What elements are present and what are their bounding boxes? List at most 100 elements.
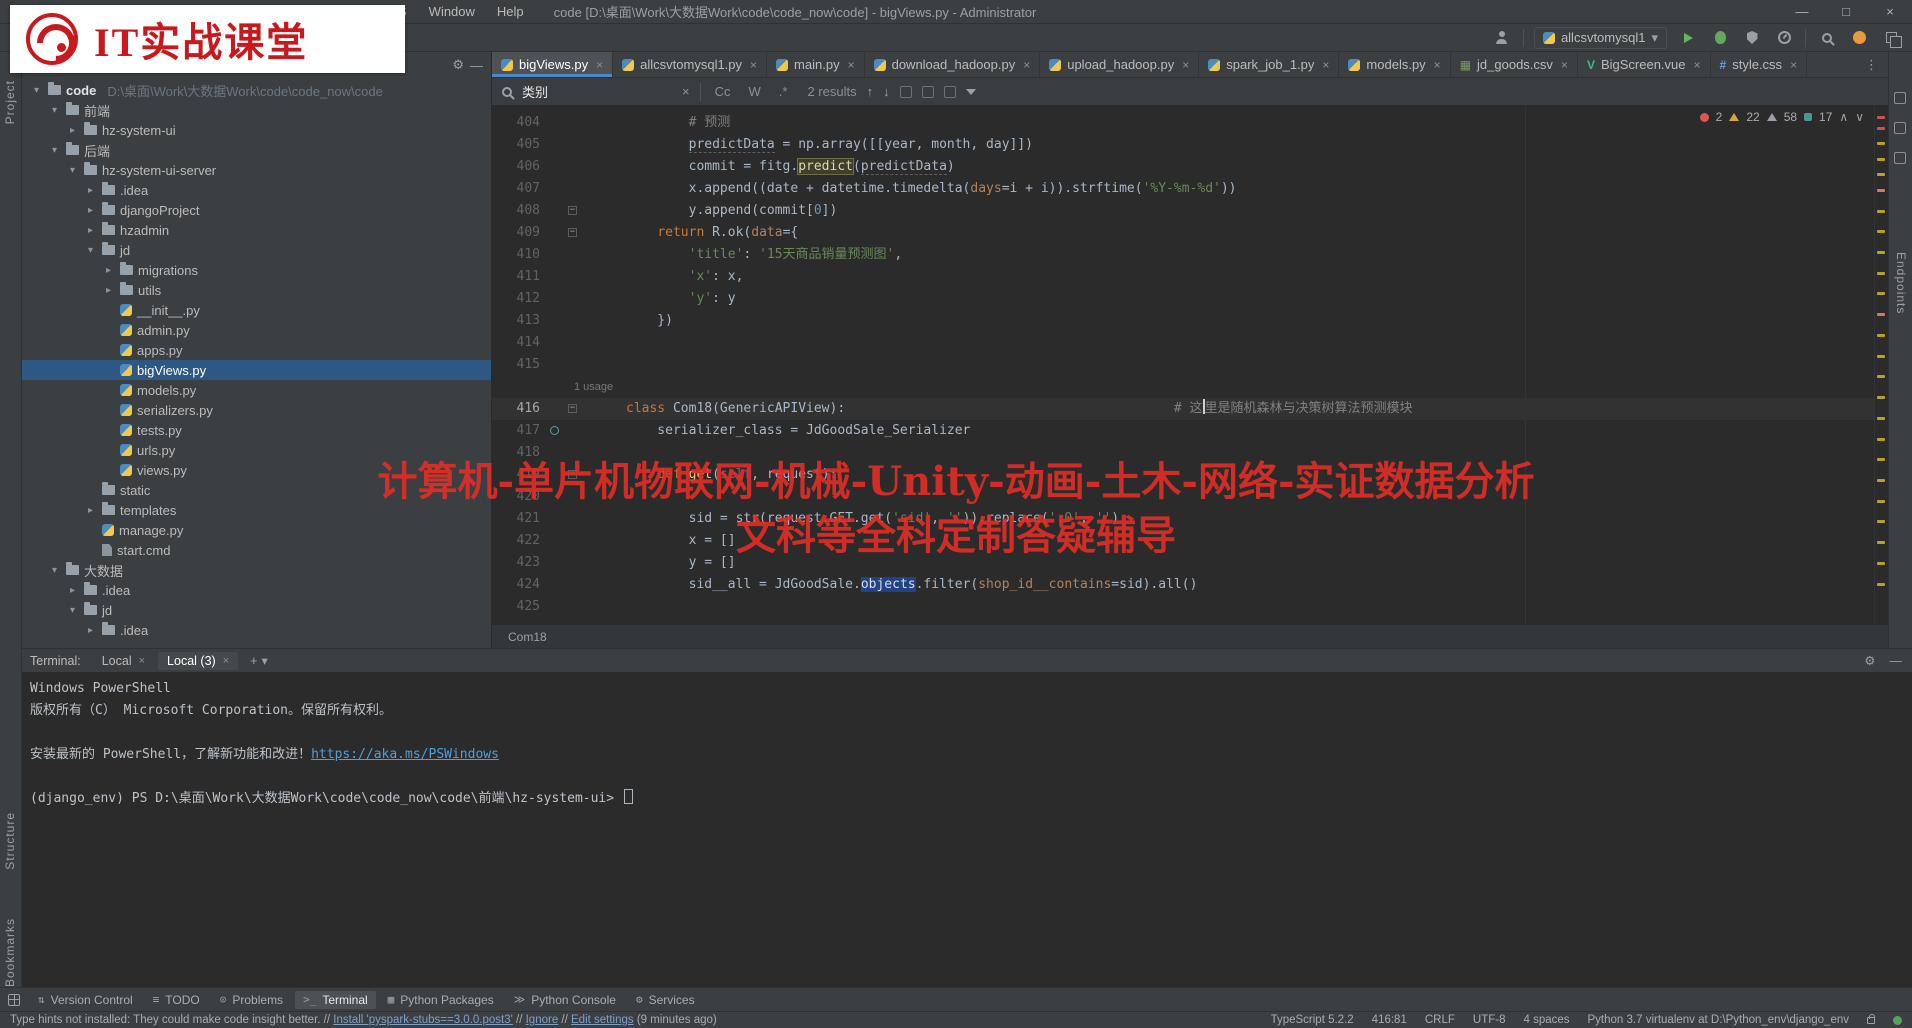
terminal-output[interactable]: Windows PowerShell 版权所有（C） Microsoft Corp… [22,672,1912,987]
tree-item-jd[interactable]: ▾ jd [22,600,491,620]
editor-tab-jd_goods.csv[interactable]: ▦ jd_goods.csv × [1451,52,1578,77]
code-line-417[interactable]: 417 serializer_class = JdGoodSale_Serial… [492,420,1874,442]
terminal-tab-Local[interactable]: Local × [93,652,154,670]
code-line-419[interactable]: 419 − def get(self, request): [492,464,1874,486]
usage-inlay-hint[interactable]: 1 usage [492,376,1874,398]
tree-item-serializers.py[interactable]: serializers.py [22,400,491,420]
chevron-collapsed-icon[interactable]: ▸ [84,205,97,216]
editor-tab-bigViews.py[interactable]: bigViews.py × [492,52,614,77]
tree-item-admin.py[interactable]: admin.py [22,320,491,340]
editor-tab-allcsvtomysql1.py[interactable]: allcsvtomysql1.py × [613,52,768,77]
code-line-414[interactable]: 414 [492,332,1874,354]
caret-position[interactable]: 416:81 [1372,1014,1407,1026]
close-tab-icon[interactable]: × [1561,58,1568,72]
editor-tab-BigScreen.vue[interactable]: V BigScreen.vue × [1578,52,1711,77]
lock-icon[interactable] [1867,1013,1875,1024]
chevron-collapsed-icon[interactable]: ▸ [84,225,97,236]
tree-item-templates[interactable]: ▸ templates [22,500,491,520]
chevron-collapsed-icon[interactable]: ▸ [66,585,79,596]
typescript-version[interactable]: TypeScript 5.2.2 [1271,1014,1354,1026]
tree-item-utils[interactable]: ▸ utils [22,280,491,300]
terminal-link[interactable]: https://aka.ms/PSWindows [311,747,499,762]
right-strip-label-endpoints[interactable]: Endpoints [1894,252,1908,314]
tree-item-start.cmd[interactable]: start.cmd [22,540,491,560]
new-terminal-icon[interactable]: + [250,654,257,668]
coverage-button[interactable] [1741,27,1763,49]
status-link[interactable]: Ignore [526,1014,559,1026]
hide-terminal-icon[interactable]: — [1890,654,1903,668]
code-line-404[interactable]: 404 # 预测 [492,112,1874,134]
select-all-occurrences-icon[interactable] [899,85,912,98]
notifications-button[interactable] [1848,27,1870,49]
close-tab-icon[interactable]: × [1790,58,1797,72]
code-line-413[interactable]: 413 }) [492,310,1874,332]
close-tab-icon[interactable]: × [750,58,757,72]
tree-item-code[interactable]: ▾ code D:\桌面\Work\大数据Work\code\code_now\co… [22,80,491,100]
close-tab-icon[interactable]: × [1023,58,1030,72]
strip-label-structure[interactable]: Structure [3,812,17,870]
tree-item-djangoProject[interactable]: ▸ djangoProject [22,200,491,220]
chevron-collapsed-icon[interactable]: ▸ [102,285,115,296]
find-option-icon[interactable] [921,85,934,98]
code-line-407[interactable]: 407 x.append((date + datetime.timedelta(… [492,178,1874,200]
chevron-expanded-icon[interactable]: ▾ [48,105,61,116]
database-icon[interactable] [1894,122,1906,134]
close-tab-icon[interactable]: × [139,655,145,667]
tree-item-models.py[interactable]: models.py [22,380,491,400]
code-line-410[interactable]: 410 'title': '15天商品销量预测图', [492,244,1874,266]
close-tab-icon[interactable]: × [1434,58,1441,72]
code-line-412[interactable]: 412 'y': y [492,288,1874,310]
clear-search-icon[interactable]: × [682,84,690,99]
toolwindow-button-services[interactable]: ⚙ Services [628,991,703,1009]
notifications-icon[interactable] [1894,92,1906,104]
search-toggle-.*[interactable]: .* [775,83,792,100]
menu-item-help[interactable]: Help [497,4,524,19]
editor-tab-download_hadoop.py[interactable]: download_hadoop.py × [865,52,1041,77]
debug-button[interactable] [1709,27,1731,49]
code-line-408[interactable]: 408 − y.append(commit[0]) [492,200,1874,222]
tree-item-前端[interactable]: ▾ 前端 [22,100,491,120]
tree-item-urls.py[interactable]: urls.py [22,440,491,460]
terminal-dropdown-icon[interactable]: ▾ [261,653,267,668]
status-message[interactable]: Type hints not installed: They could mak… [10,1014,717,1026]
find-option-icon[interactable] [943,85,956,98]
override-marker-icon[interactable] [550,426,559,435]
close-tab-icon[interactable]: × [848,58,855,72]
error-stripe[interactable] [1874,106,1888,624]
status-link[interactable]: Install 'pyspark-stubs==3.0.0.post3' [333,1014,513,1026]
close-tab-icon[interactable]: × [1322,58,1329,72]
chevron-collapsed-icon[interactable]: ▸ [66,125,79,136]
chevron-collapsed-icon[interactable]: ▸ [84,625,97,636]
code-line-422[interactable]: 422 x = [] [492,530,1874,552]
tree-item-.idea[interactable]: ▸ .idea [22,580,491,600]
toolwindow-button-python-console[interactable]: ≫ Python Console [506,991,624,1009]
tree-item-__init__.py[interactable]: __init__.py [22,300,491,320]
code-line-425[interactable]: 425 [492,596,1874,618]
code-line-415[interactable]: 415 [492,354,1874,376]
close-tab-icon[interactable]: × [1694,58,1701,72]
chevron-collapsed-icon[interactable]: ▸ [84,185,97,196]
editor-tab-upload_hadoop.py[interactable]: upload_hadoop.py × [1040,52,1200,77]
code-line-409[interactable]: 409 − return R.ok(data={ [492,222,1874,244]
code-line-424[interactable]: 424 sid__all = JdGoodSale.objects.filter… [492,574,1874,596]
next-error-icon[interactable]: ∨ [1855,110,1864,124]
sciview-icon[interactable] [1894,152,1906,164]
search-input[interactable]: 类别 [522,82,672,101]
close-button[interactable]: × [1868,0,1912,23]
fold-marker-icon[interactable]: − [568,404,577,413]
strip-label-project[interactable]: Project [3,80,17,124]
gear-icon[interactable]: ⚙ [452,57,464,73]
chevron-expanded-icon[interactable]: ▾ [84,245,97,256]
tree-item-hz-system-ui-server[interactable]: ▾ hz-system-ui-server [22,160,491,180]
chevron-expanded-icon[interactable]: ▾ [30,85,43,96]
tree-item-tests.py[interactable]: tests.py [22,420,491,440]
code-line-405[interactable]: 405 predictData = np.array([[year, month… [492,134,1874,156]
tree-item-static[interactable]: static [22,480,491,500]
toolwindow-button-terminal[interactable]: >_ Terminal [295,990,376,1009]
chevron-expanded-icon[interactable]: ▾ [48,565,61,576]
python-interpreter[interactable]: Python 3.7 virtualenv at D:\Python_env\d… [1588,1014,1849,1026]
code-line-420[interactable]: 420 [492,486,1874,508]
close-tab-icon[interactable]: × [223,655,229,667]
tree-item-apps.py[interactable]: apps.py [22,340,491,360]
toolwindow-button-python-packages[interactable]: ▦ Python Packages [380,991,502,1009]
